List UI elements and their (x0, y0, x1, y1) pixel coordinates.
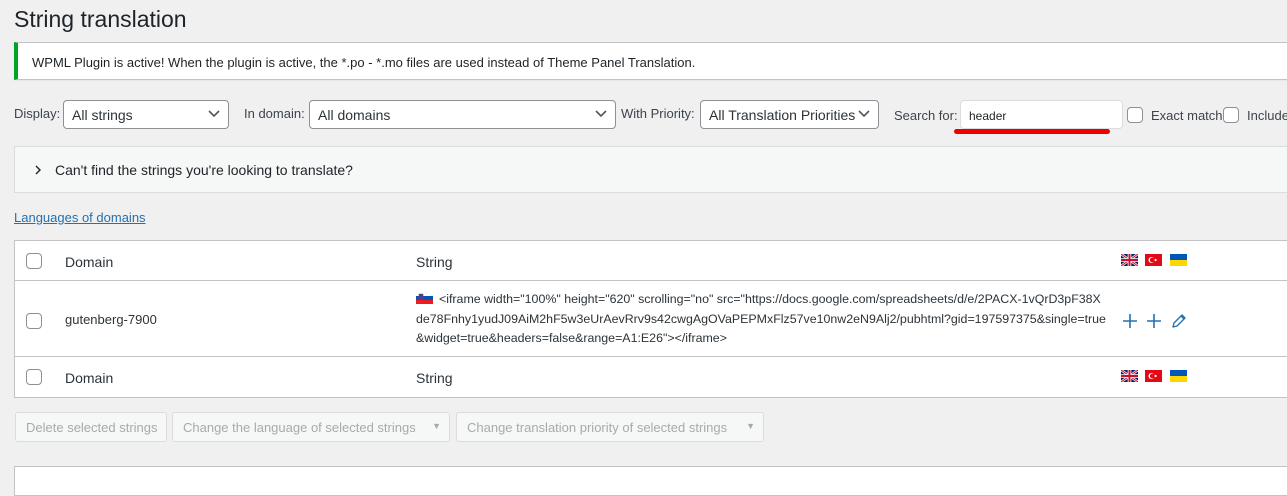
domain-label: In domain: (244, 106, 305, 121)
column-string-footer: String (416, 370, 453, 386)
row-string: <iframe width="100%" height="620" scroll… (416, 290, 1106, 349)
languages-of-domains-link[interactable]: Languages of domains (14, 210, 146, 225)
delete-selected-label: Delete selected strings (26, 420, 158, 435)
change-priority-label: Change translation priority of selected … (467, 420, 728, 435)
include-checkbox[interactable] (1223, 107, 1239, 123)
change-language-select[interactable]: Change the language of selected strings … (172, 412, 450, 442)
slovenia-flag-icon (416, 292, 433, 304)
strings-table: Domain String gutenberg-7900 <iframe wid… (14, 240, 1287, 398)
wpml-notice: WPML Plugin is active! When the plugin i… (14, 42, 1287, 80)
column-domain: Domain (65, 254, 114, 270)
uk-flag-icon (1121, 254, 1138, 266)
domain-select-value: All domains (318, 107, 391, 123)
column-string: String (416, 254, 453, 270)
caret-down-icon: ▼ (746, 421, 755, 431)
turkey-flag-icon (1145, 254, 1162, 266)
red-highlight-underline (954, 129, 1110, 134)
ukraine-flag-icon (1170, 370, 1187, 382)
exact-match-checkbox[interactable] (1127, 107, 1143, 123)
chevron-down-icon (595, 110, 607, 118)
chevron-right-icon (35, 165, 41, 175)
chevron-down-icon (858, 110, 870, 118)
delete-selected-strings-button[interactable]: Delete selected strings (15, 412, 167, 442)
include-label: Include (1247, 108, 1287, 123)
chevron-down-icon (208, 110, 220, 118)
edit-translation-icon[interactable] (1170, 312, 1188, 330)
accordion-text: Can't find the strings you're looking to… (55, 162, 353, 178)
turkey-flag-icon (1145, 370, 1162, 382)
bottom-panel (14, 466, 1287, 496)
uk-flag-icon (1121, 370, 1138, 382)
table-footer: Domain String (15, 357, 1287, 397)
add-translation-icon[interactable] (1145, 312, 1163, 330)
table-header: Domain String (15, 241, 1287, 281)
search-input-value: header (969, 109, 1007, 123)
ukraine-flag-icon (1170, 254, 1187, 266)
row-domain: gutenberg-7900 (65, 312, 157, 327)
cant-find-strings-accordion[interactable]: Can't find the strings you're looking to… (14, 146, 1287, 193)
page-title: String translation (14, 6, 187, 32)
add-translation-icon[interactable] (1121, 312, 1139, 330)
row-checkbox[interactable] (26, 313, 42, 329)
display-label: Display: (14, 106, 61, 121)
exact-match-label: Exact match (1151, 108, 1223, 123)
domain-select[interactable]: All domains (309, 100, 616, 129)
search-input[interactable]: header (960, 100, 1123, 129)
change-priority-select[interactable]: Change translation priority of selected … (456, 412, 764, 442)
priority-select[interactable]: All Translation Priorities (700, 100, 879, 129)
priority-select-value: All Translation Priorities (709, 107, 856, 123)
priority-label: With Priority: (621, 106, 695, 121)
table-row: gutenberg-7900 <iframe width="100%" heig… (15, 281, 1287, 357)
change-language-label: Change the language of selected strings (183, 420, 416, 435)
display-select[interactable]: All strings (63, 100, 229, 129)
select-all-checkbox[interactable] (26, 253, 42, 269)
search-label: Search for: (894, 108, 958, 123)
notice-text: WPML Plugin is active! When the plugin i… (32, 55, 696, 70)
row-string-text: <iframe width="100%" height="620" scroll… (416, 292, 1106, 345)
display-select-value: All strings (72, 107, 133, 123)
caret-down-icon: ▼ (432, 421, 441, 431)
column-domain-footer: Domain (65, 370, 114, 386)
select-all-checkbox-footer[interactable] (26, 369, 42, 385)
